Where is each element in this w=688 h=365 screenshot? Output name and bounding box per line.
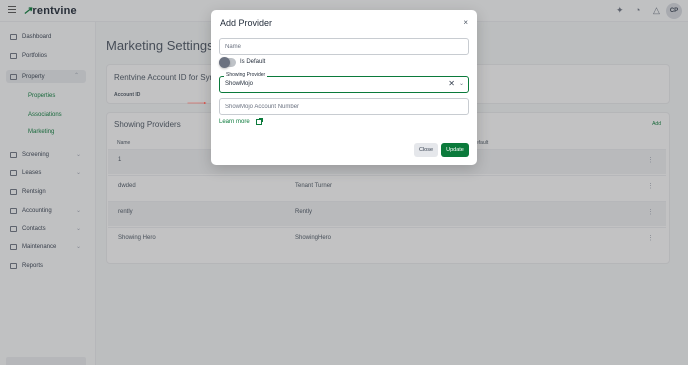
- is-default-toggle[interactable]: [219, 57, 236, 68]
- showing-provider-select[interactable]: Showing Provider ShowMojo ✕ ⌄: [219, 72, 469, 93]
- learn-more-link[interactable]: Learn more: [219, 118, 263, 125]
- chevron-down-icon[interactable]: ⌄: [459, 80, 464, 87]
- name-field[interactable]: [219, 38, 469, 55]
- learn-more-label: Learn more: [219, 119, 250, 125]
- modal-title: Add Provider: [220, 18, 273, 28]
- update-button[interactable]: Update: [441, 143, 469, 157]
- toggle-knob: [219, 57, 230, 68]
- showing-provider-label: Showing Provider: [224, 72, 268, 78]
- showing-provider-value: ShowMojo: [225, 81, 254, 87]
- clear-icon[interactable]: ✕: [448, 79, 455, 88]
- close-button[interactable]: Close: [414, 143, 438, 157]
- close-icon[interactable]: ×: [463, 18, 468, 27]
- external-link-icon: [255, 118, 263, 125]
- is-default-label: Is Default: [240, 59, 266, 65]
- account-number-field[interactable]: [219, 98, 469, 115]
- add-provider-modal: Add Provider × Is Default Showing Provid…: [211, 10, 477, 165]
